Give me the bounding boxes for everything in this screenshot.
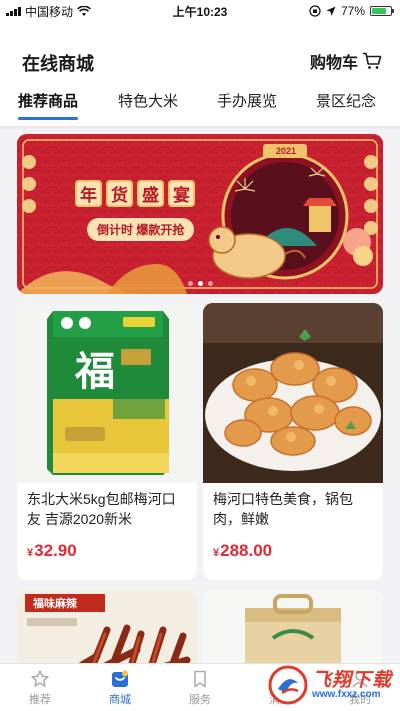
- cart-button[interactable]: 购物车: [310, 49, 382, 73]
- banner-year: 2021: [275, 146, 297, 156]
- nav-label: 商城: [109, 694, 131, 706]
- watermark-text: 飞翔下载 www.fxxz.com: [312, 671, 392, 700]
- banner-title-char: 货: [106, 180, 133, 207]
- nav-label: 服务: [189, 694, 211, 706]
- nav-shop[interactable]: 商城: [80, 664, 160, 711]
- wifi-icon: [77, 5, 91, 16]
- banner-background: [17, 134, 383, 294]
- star-icon: [31, 670, 49, 687]
- category-tabs: 推荐商品 特色大米 手办展览 景区纪念: [0, 90, 400, 120]
- cart-icon: [363, 52, 382, 69]
- price-currency: ¥: [213, 547, 220, 559]
- watermark-logo-icon: [268, 665, 308, 705]
- fried-pork-image: [203, 303, 383, 483]
- price-currency: ¥: [27, 547, 34, 559]
- banner-title-char: 年: [75, 180, 102, 207]
- orientation-lock-icon: [309, 5, 321, 17]
- nav-label: 推荐: [29, 694, 51, 706]
- banner-title-char: 盛: [137, 180, 164, 207]
- product-card[interactable]: 梅河口特色美食，锅包肉，鲜嫩 ¥288.00: [203, 303, 383, 580]
- banner-subtitle: 倒计时 爆款开抢: [87, 218, 195, 241]
- battery-icon: [370, 6, 394, 16]
- battery-percent: 77%: [340, 4, 365, 18]
- banner-dot[interactable]: [187, 281, 193, 286]
- header: 在线商城 购物车 推荐商品 特色大米 手办展览 景区纪念: [0, 22, 400, 130]
- product-tag: 福味麻辣: [33, 598, 77, 610]
- tab-figures[interactable]: 手办展览: [217, 90, 277, 111]
- nav-service[interactable]: 服务: [160, 664, 240, 711]
- price-value: 32.90: [34, 541, 77, 560]
- banner-dot[interactable]: [207, 281, 213, 286]
- rice-bag-image: 福: [17, 303, 197, 483]
- cart-label: 购物车: [309, 55, 358, 72]
- banner-title-char: 宴: [168, 180, 195, 207]
- battery-level: [372, 8, 386, 14]
- product-title: 东北大米5kg包邮梅河口友 吉源2020新米: [27, 491, 176, 527]
- product-card[interactable]: 福 东北大米5kg包邮梅河口友 吉源2020新米 ¥32.90: [17, 303, 197, 580]
- watermark-main: 飞翔下载: [312, 669, 393, 691]
- status-bar: 中国移动 上午10:23 77%: [0, 0, 400, 22]
- nav-recommend[interactable]: 推荐: [0, 664, 80, 711]
- site-watermark: 飞翔下载 www.fxxz.com: [268, 662, 396, 708]
- product-title: 梅河口特色美食，锅包肉，鲜嫩: [213, 491, 353, 527]
- page-title: 在线商城: [22, 54, 94, 74]
- bookmark-icon: [194, 670, 206, 688]
- status-right: 77%: [309, 4, 394, 18]
- product-price: ¥32.90: [17, 531, 197, 561]
- banner-pagination: [17, 281, 383, 286]
- tab-souvenirs[interactable]: 景区纪念: [316, 90, 376, 111]
- active-tab-indicator: [18, 117, 78, 120]
- shop-icon: [112, 670, 128, 687]
- signal-icon: [6, 6, 21, 16]
- carrier-label: 中国移动: [25, 4, 74, 19]
- status-left: 中国移动: [0, 3, 91, 20]
- banner-dot[interactable]: [197, 281, 203, 286]
- tab-recommended[interactable]: 推荐商品: [18, 90, 78, 111]
- price-value: 288.00: [220, 541, 273, 560]
- banner-title: 年 货 盛 宴: [75, 180, 195, 207]
- tab-rice[interactable]: 特色大米: [118, 90, 178, 111]
- location-icon: [326, 6, 336, 16]
- header-divider: [0, 126, 400, 130]
- svg-text:福: 福: [74, 349, 115, 395]
- promo-banner[interactable]: 2021 年 货 盛 宴 倒计时 爆款开抢: [17, 134, 383, 294]
- watermark-url: www.fxxz.com: [312, 688, 381, 700]
- product-price: ¥288.00: [203, 531, 383, 561]
